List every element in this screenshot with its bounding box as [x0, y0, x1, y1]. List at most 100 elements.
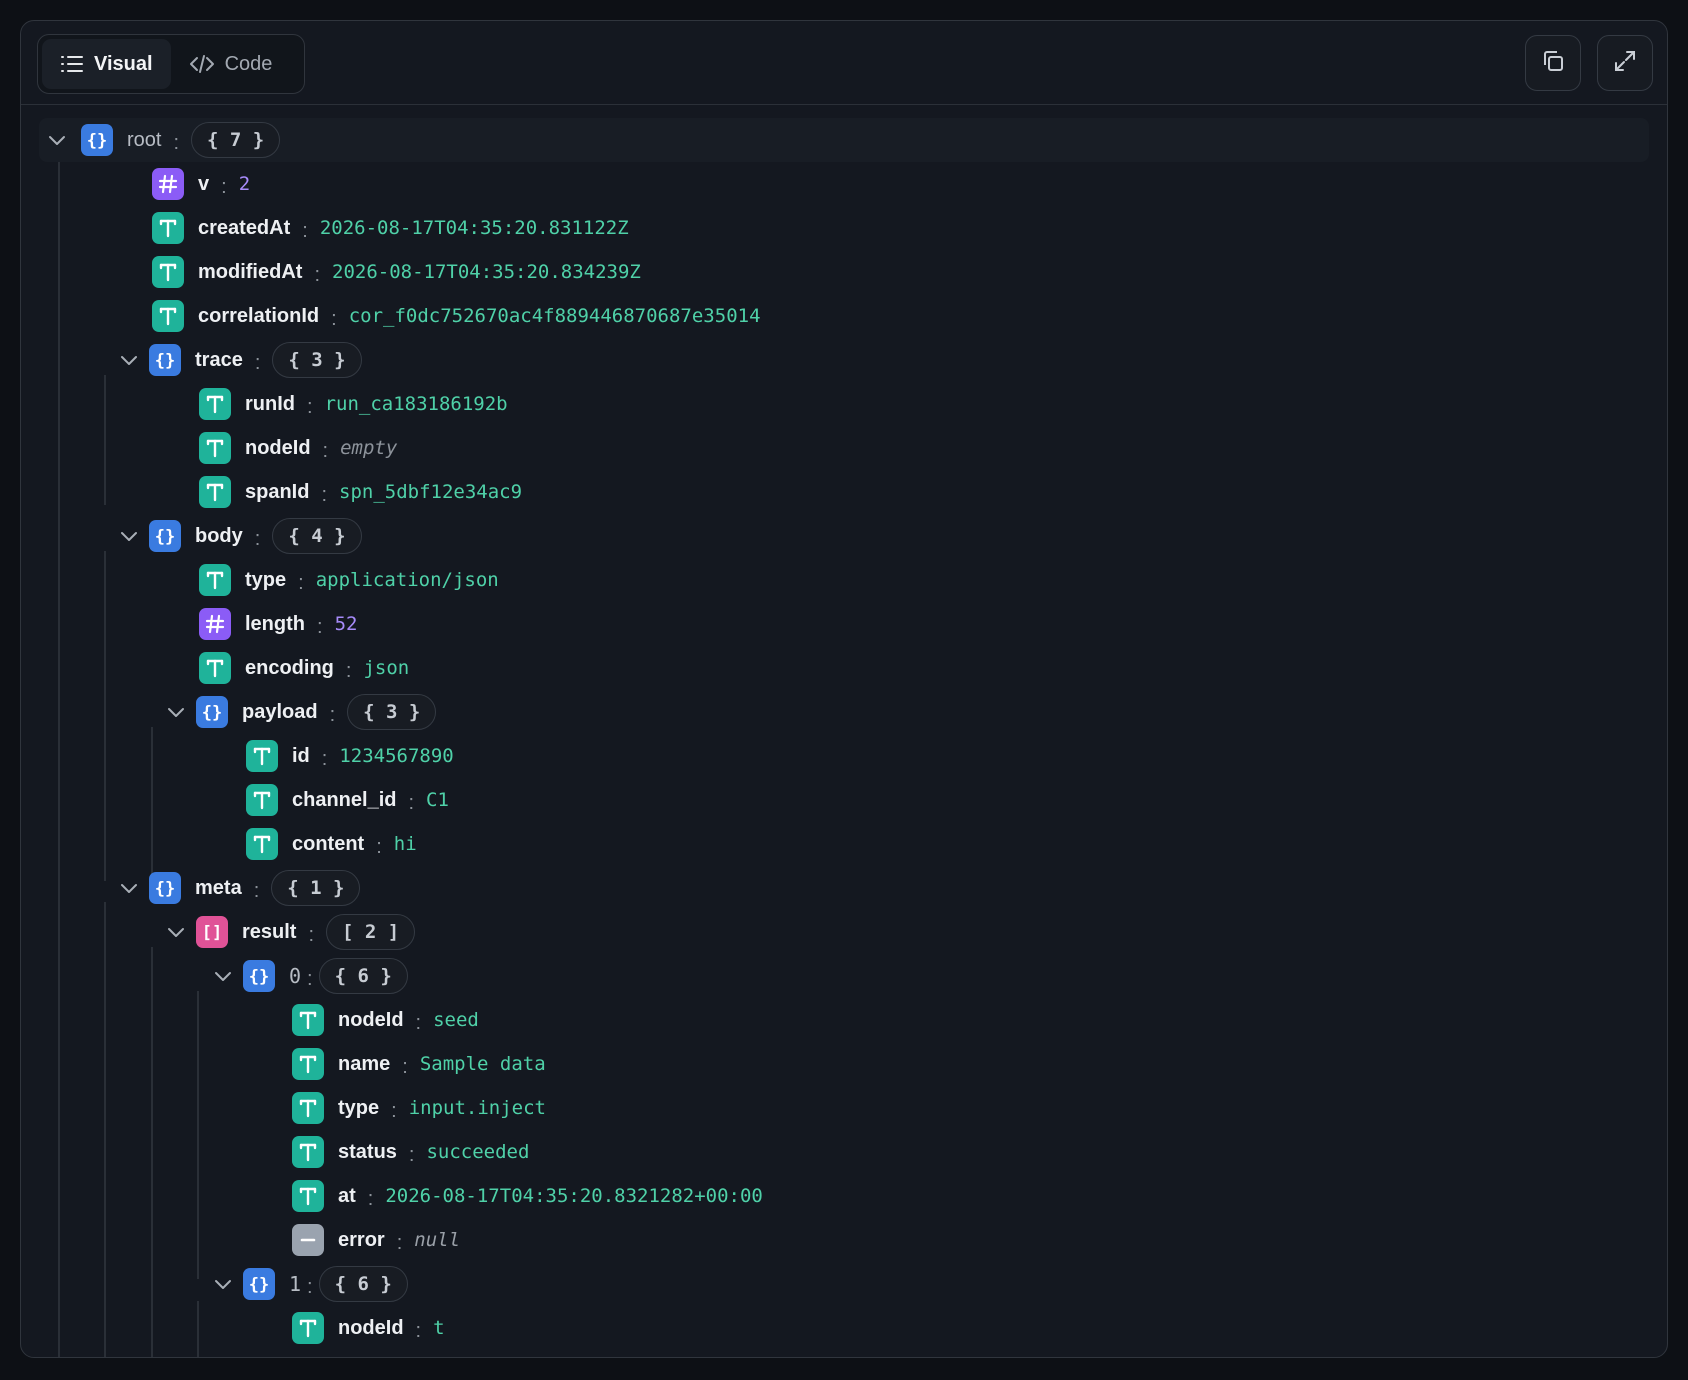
string-type-icon [199, 388, 231, 420]
tab-code[interactable]: Code [171, 39, 291, 89]
tree-node-trace[interactable]: {} trace : { 3 } [21, 338, 1667, 382]
tree-node-content[interactable]: content : hi [21, 822, 1667, 866]
chevron-down-icon[interactable] [39, 122, 75, 158]
tree-node-runId[interactable]: runId : run_ca183186192b [21, 382, 1667, 426]
svg-text:{}: {} [155, 879, 175, 898]
tree-node-type[interactable]: type : application/json [21, 558, 1667, 602]
tree-node-payload[interactable]: {} payload : { 3 } [21, 690, 1667, 734]
number-type-icon [152, 168, 184, 200]
tree-node-meta[interactable]: {} meta : { 1 } [21, 866, 1667, 910]
tab-visual-label: Visual [94, 52, 153, 75]
node-value: hi [393, 833, 417, 855]
string-type-icon [292, 1004, 324, 1036]
node-key: encoding [245, 656, 334, 679]
chevron-down-icon[interactable] [205, 958, 241, 994]
tab-visual[interactable]: Visual [42, 39, 171, 89]
copy-icon [1540, 48, 1566, 79]
chevron-down-icon[interactable] [205, 1266, 241, 1302]
copy-button[interactable] [1525, 35, 1581, 91]
node-value: seed [433, 1009, 479, 1031]
tree-node-spanId[interactable]: spanId : spn_5dbf12e34ac9 [21, 470, 1667, 514]
chevron-down-icon[interactable] [158, 914, 194, 950]
chevron-down-icon[interactable] [158, 694, 194, 730]
string-type-icon [246, 828, 278, 860]
node-value: 2 [238, 173, 251, 195]
tree-node-root[interactable]: {} root : { 7 } [39, 118, 1649, 162]
node-value: null [414, 1229, 461, 1251]
chevron-down-icon[interactable] [111, 518, 147, 554]
node-value: cor_f0dc752670ac4f889446870687e35014 [348, 305, 761, 327]
child-count-badge: { 6 } [318, 1266, 408, 1302]
node-value: 1234567890 [339, 745, 454, 767]
string-type-icon [292, 1180, 324, 1212]
expand-button[interactable] [1597, 35, 1653, 91]
node-value: Sample data [419, 1053, 546, 1075]
child-count-badge: { 4 } [272, 518, 362, 554]
tree-node-item0-type[interactable]: type : input.inject [21, 1086, 1667, 1130]
svg-text:[]: [] [202, 923, 222, 942]
node-key: correlationId [198, 304, 320, 327]
tree-node-v[interactable]: v : 2 [21, 162, 1667, 206]
node-value: 2026-08-17T04:35:20.831122Z [319, 217, 629, 239]
node-key: meta [195, 876, 242, 899]
tree-node-item0-name[interactable]: name : Sample data [21, 1042, 1667, 1086]
node-key: channel_id [292, 788, 397, 811]
child-count-badge: { 3 } [272, 342, 362, 378]
node-value: input.inject [408, 1097, 546, 1119]
object-type-icon: {} [149, 344, 181, 376]
null-type-icon [292, 1224, 324, 1256]
string-type-icon [246, 784, 278, 816]
tree-node-result[interactable]: [] result : [ 2 ] [21, 910, 1667, 954]
string-type-icon [199, 432, 231, 464]
chevron-down-icon[interactable] [111, 342, 147, 378]
tree-node-length[interactable]: length : 52 [21, 602, 1667, 646]
object-type-icon: {} [149, 872, 181, 904]
svg-text:{}: {} [249, 1275, 269, 1294]
tree-node-encoding[interactable]: encoding : json [21, 646, 1667, 690]
node-key: payload [242, 700, 318, 723]
tree-node-nodeId[interactable]: nodeId : empty [21, 426, 1667, 470]
tree-node-body[interactable]: {} body : { 4 } [21, 514, 1667, 558]
string-type-icon [152, 212, 184, 244]
svg-text:{}: {} [202, 703, 222, 722]
node-key: root [127, 128, 162, 151]
string-type-icon [292, 1136, 324, 1168]
node-key: modifiedAt [198, 260, 303, 283]
svg-text:{}: {} [87, 131, 107, 150]
node-key: result [242, 920, 297, 943]
node-value: run_ca183186192b [324, 393, 508, 415]
tree-node-modifiedAt[interactable]: modifiedAt : 2026-08-17T04:35:20.834239Z [21, 250, 1667, 294]
node-key: createdAt [198, 216, 291, 239]
node-value: C1 [426, 789, 449, 811]
list-icon [60, 54, 84, 74]
node-key: length [245, 612, 305, 635]
node-key: v [198, 172, 210, 195]
tree-node-id[interactable]: id : 1234567890 [21, 734, 1667, 778]
node-key: type [338, 1096, 380, 1119]
child-count-badge: { 6 } [318, 958, 408, 994]
view-mode-toggle: Visual Code [37, 34, 305, 94]
string-type-icon [292, 1048, 324, 1080]
tree-node-item0-nodeId[interactable]: nodeId : seed [21, 998, 1667, 1042]
node-key: trace [195, 348, 243, 371]
node-value: t [433, 1317, 445, 1339]
node-key: type [245, 568, 287, 591]
chevron-down-icon[interactable] [111, 870, 147, 906]
child-count-badge: { 3 } [347, 694, 437, 730]
array-type-icon: [] [196, 916, 228, 948]
node-value: json [363, 657, 410, 679]
object-type-icon: {} [243, 1268, 275, 1300]
node-key: nodeId [338, 1316, 404, 1339]
string-type-icon [246, 740, 278, 772]
tree-node-item0-at[interactable]: at : 2026-08-17T04:35:20.8321282+00:00 [21, 1174, 1667, 1218]
tree-node-channel_id[interactable]: channel_id : C1 [21, 778, 1667, 822]
tree-node-result-1[interactable]: {} 1 : { 6 } [21, 1262, 1667, 1306]
tree-node-item1-nodeId[interactable]: nodeId : t [21, 1306, 1667, 1350]
tree-node-item0-error[interactable]: error : null [21, 1218, 1667, 1262]
json-viewer-panel: Visual Code {} root: {7} v: 2 create… [20, 20, 1668, 1358]
tree-node-correlationId[interactable]: correlationId : cor_f0dc752670ac4f889446… [21, 294, 1667, 338]
node-key: 0 [289, 964, 302, 988]
tree-node-createdAt[interactable]: createdAt : 2026-08-17T04:35:20.831122Z [21, 206, 1667, 250]
tree-node-item0-status[interactable]: status : succeeded [21, 1130, 1667, 1174]
tree-node-result-0[interactable]: {} 0 : { 6 } [21, 954, 1667, 998]
